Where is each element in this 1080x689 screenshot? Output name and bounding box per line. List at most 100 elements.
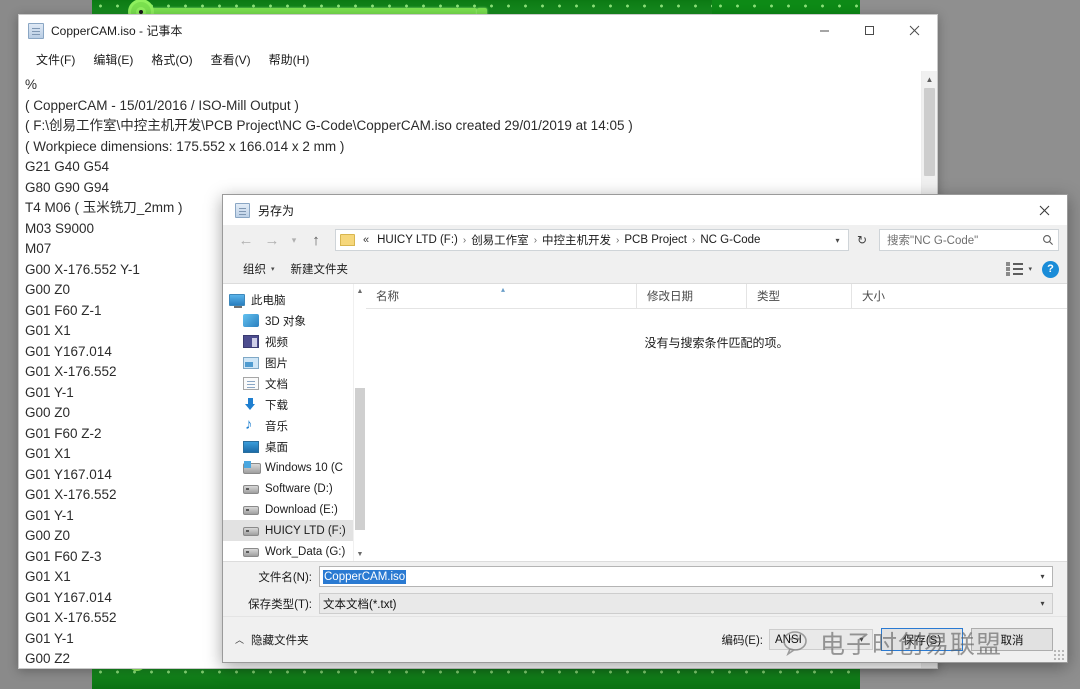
drive-icon [243,485,259,494]
save-as-dialog: 另存为 ← → ▾ ↑ « HUICY LTD (F:) › 创易工作室 › 中… [222,194,1068,663]
notepad-title-bar[interactable]: CopperCAM.iso - 记事本 [19,15,937,47]
nav-item-download-e[interactable]: Download (E:) [223,499,353,520]
nav-item-pictures[interactable]: 图片 [223,352,353,373]
file-list-header: ▴ 名称 修改日期 类型 大小 [366,283,1067,309]
up-button[interactable]: ↑ [303,227,329,253]
filetype-label: 保存类型(T): [248,598,312,611]
folder-icon [340,234,355,246]
breadcrumb-item-3[interactable]: PCB Project [620,234,691,246]
nav-item-videos[interactable]: 视频 [223,331,353,352]
filename-label: 文件名(N): [258,571,312,584]
notepad-menu-bar: 文件(F) 编辑(E) 格式(O) 查看(V) 帮助(H) [19,47,937,71]
encoding-value: ANSI [775,633,802,646]
navigation-pane-scrollbar[interactable]: ▲ ▼ [353,284,366,561]
notepad-icon [28,22,44,39]
pictures-icon [243,356,259,369]
view-layout-icon[interactable] [1006,262,1024,276]
windows-drive-icon [243,460,261,475]
menu-edit[interactable]: 编辑(E) [84,49,142,70]
filetype-select[interactable]: 文本文档(*.txt) ▾ [319,593,1053,614]
nav-item-music[interactable]: 音乐 [223,415,353,436]
close-icon[interactable] [892,15,937,47]
scroll-up-icon[interactable]: ▲ [922,71,937,87]
save-button[interactable]: 保存(S) [881,628,963,651]
nav-item-label: 3D 对象 [265,315,306,328]
chevron-down-icon[interactable]: ▾ [1028,265,1032,273]
dialog-title-bar[interactable]: 另存为 [223,195,1067,225]
drive-icon [243,527,259,536]
nav-item-desktop[interactable]: 桌面 [223,436,353,457]
drive-icon [243,548,259,557]
new-folder-button[interactable]: 新建文件夹 [283,257,357,281]
resize-grip[interactable] [1053,649,1064,660]
desktop-icon [243,440,259,453]
encoding-group: 编码(E): ANSI ▾ 保存(S) 取消 [721,628,1053,651]
menu-format[interactable]: 格式(O) [142,49,201,70]
breadcrumb-item-4[interactable]: NC G-Code [696,234,764,246]
drive-icon [243,506,259,515]
scrollbar-thumb[interactable] [355,388,365,530]
dialog-navigation-bar: ← → ▾ ↑ « HUICY LTD (F:) › 创易工作室 › 中控主机开… [223,225,1067,255]
nav-item-windows-c[interactable]: Windows 10 (C [223,457,353,478]
nav-item-label: 下载 [265,399,288,412]
nav-item-software-d[interactable]: Software (D:) [223,478,353,499]
encoding-label: 编码(E): [721,634,763,647]
chevron-down-icon[interactable]: ▾ [853,630,870,649]
menu-view[interactable]: 查看(V) [202,49,260,70]
maximize-icon[interactable] [847,15,892,47]
search-input[interactable]: 搜索"NC G-Code" [879,229,1059,251]
recent-locations-button[interactable]: ▾ [285,227,303,253]
column-header-type[interactable]: 类型 [746,283,851,309]
nav-item-work-data-g[interactable]: Work_Data (G:) [223,541,353,561]
dialog-title: 另存为 [258,203,295,218]
forward-button[interactable]: → [259,227,285,253]
nav-item-this-pc[interactable]: 此电脑 [223,289,353,310]
column-header-size[interactable]: 大小 [851,283,931,309]
dialog-close-icon[interactable] [1021,195,1067,225]
cancel-button[interactable]: 取消 [971,628,1053,651]
sort-ascending-icon: ▴ [501,284,506,294]
encoding-select[interactable]: ANSI ▾ [769,629,873,650]
documents-icon [243,377,259,390]
empty-list-message: 没有与搜索条件匹配的项。 [644,336,789,350]
address-bar[interactable]: « HUICY LTD (F:) › 创易工作室 › 中控主机开发 › PCB … [335,229,849,251]
chevron-down-icon: ▾ [271,266,275,273]
nav-item-label: 视频 [265,336,288,349]
breadcrumb-item-2[interactable]: 中控主机开发 [538,232,615,248]
nav-item-label: HUICY LTD (F:) [265,524,346,537]
back-button[interactable]: ← [233,227,259,253]
scrollbar-thumb[interactable] [924,88,935,176]
dialog-icon [235,202,250,218]
chevron-down-icon[interactable]: ▾ [829,230,846,250]
organize-button[interactable]: 组织 ▾ [235,257,283,281]
hide-folders-toggle[interactable]: ︿ 隐藏文件夹 [235,632,309,648]
chevron-down-icon[interactable]: ▾ [1034,594,1051,613]
nav-item-downloads[interactable]: 下载 [223,394,353,415]
nav-item-huicy-ltd-f[interactable]: HUICY LTD (F:) [223,520,353,541]
file-list[interactable]: ▴ 名称 修改日期 类型 大小 没有与搜索条件匹配的项。 [366,283,1067,561]
nav-item-documents[interactable]: 文档 [223,373,353,394]
column-header-date-modified[interactable]: 修改日期 [636,283,746,309]
minimize-icon[interactable] [802,15,847,47]
this-pc-icon [229,293,245,308]
nav-item-3d-objects[interactable]: 3D 对象 [223,310,353,331]
downloads-icon [243,397,259,412]
music-icon [243,416,259,433]
scroll-down-icon[interactable]: ▼ [354,547,366,561]
breadcrumb-item-0[interactable]: HUICY LTD (F:) [373,234,462,246]
search-icon [1043,235,1053,245]
chevron-down-icon[interactable]: ▾ [1034,567,1051,586]
scroll-up-icon[interactable]: ▲ [354,284,366,298]
notepad-title: CopperCAM.iso - 记事本 [51,24,183,38]
column-header-name[interactable]: ▴ 名称 [366,284,636,309]
notepad-window-controls [802,15,937,47]
breadcrumb-item-1[interactable]: 创易工作室 [467,232,533,248]
videos-icon [243,335,259,348]
help-icon[interactable]: ? [1042,260,1059,278]
menu-file[interactable]: 文件(F) [27,49,84,70]
refresh-icon[interactable]: ↻ [851,229,873,251]
filetype-value: 文本文档(*.txt) [323,598,397,611]
menu-help[interactable]: 帮助(H) [260,49,319,70]
filename-input[interactable]: CopperCAM.iso ▾ [319,566,1053,587]
dialog-footer: ︿ 隐藏文件夹 编码(E): ANSI ▾ 保存(S) 取消 [223,616,1067,662]
